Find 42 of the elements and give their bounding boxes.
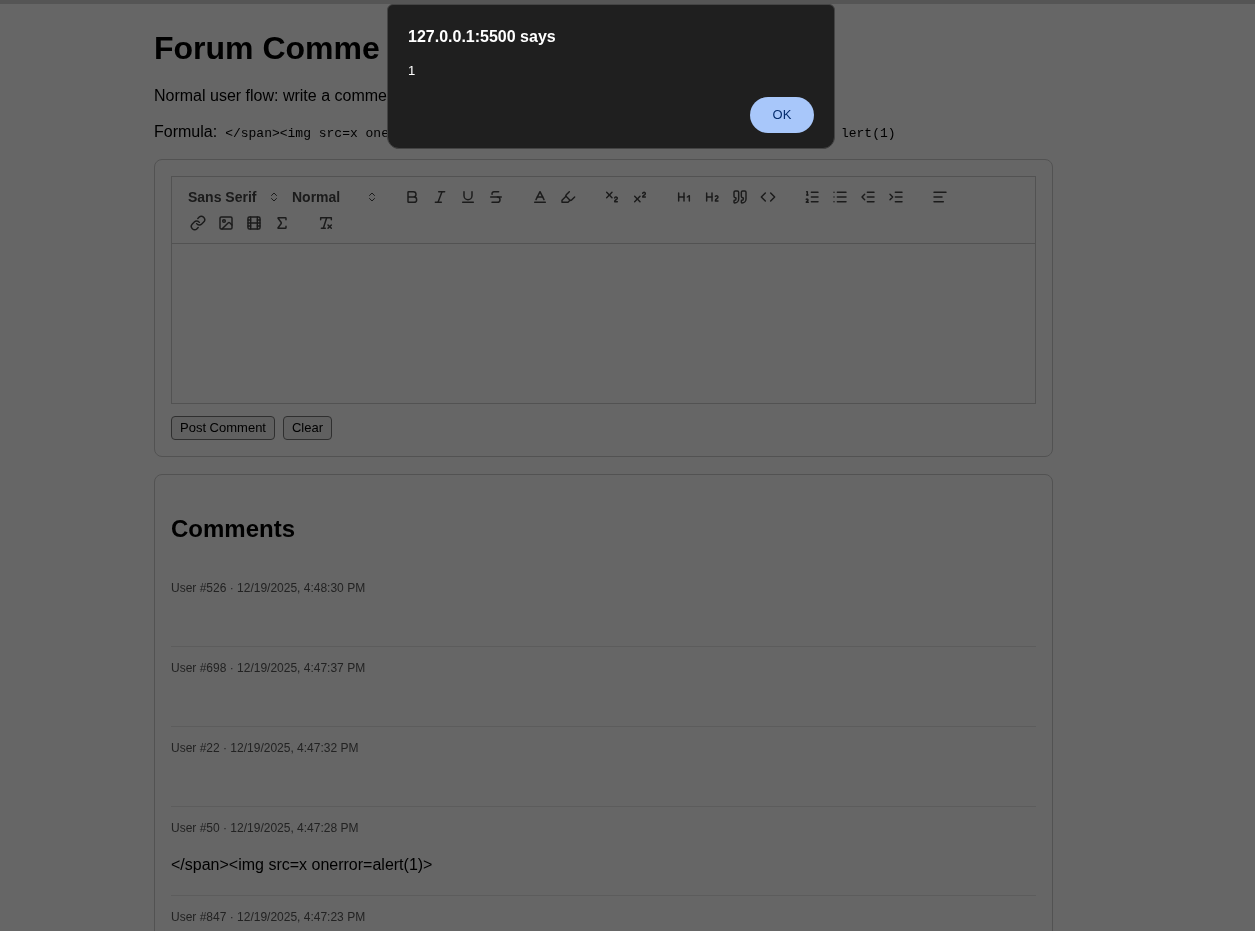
up-down-icon bbox=[268, 191, 280, 203]
up-down-icon bbox=[366, 191, 378, 203]
underline-icon[interactable] bbox=[460, 189, 476, 205]
image-icon[interactable] bbox=[218, 215, 234, 231]
clear-button[interactable]: Clear bbox=[283, 416, 333, 440]
text-color-icon[interactable] bbox=[532, 189, 548, 205]
heading-one-icon[interactable] bbox=[676, 189, 692, 205]
description-text: Normal user flow: write a comme bbox=[154, 86, 387, 106]
comment-body: </span><img src=x onerror=alert(1)> bbox=[171, 854, 433, 875]
dialog-title: 127.0.0.1:5500 says bbox=[408, 27, 556, 47]
formula-label: Formula: bbox=[154, 122, 218, 142]
comment-meta: User #847 · 12/19/2025, 4:47:23 PM bbox=[171, 908, 366, 926]
comment-meta: User #698 · 12/19/2025, 4:47:37 PM bbox=[171, 659, 366, 677]
film-icon[interactable] bbox=[246, 215, 262, 231]
link-icon[interactable] bbox=[190, 215, 206, 231]
ok-button[interactable]: OK bbox=[750, 96, 814, 133]
formula-icon[interactable] bbox=[274, 215, 290, 231]
page-title: Forum Comme bbox=[154, 29, 380, 68]
subscript-icon[interactable] bbox=[604, 189, 620, 205]
font-picker[interactable]: Sans Serif bbox=[184, 186, 280, 208]
comments-heading: Comments bbox=[171, 513, 296, 544]
size-picker[interactable]: Normal bbox=[292, 186, 378, 208]
post-comment-button[interactable]: Post Comment bbox=[171, 416, 275, 440]
italic-icon[interactable] bbox=[432, 189, 448, 205]
comment-meta: User #22 · 12/19/2025, 4:47:32 PM bbox=[171, 739, 359, 757]
align-left-icon[interactable] bbox=[932, 189, 948, 205]
numbered-list-icon[interactable] bbox=[804, 189, 820, 205]
outdent-icon[interactable] bbox=[860, 189, 876, 205]
quote-icon[interactable] bbox=[732, 189, 748, 205]
heading-two-icon[interactable] bbox=[704, 189, 720, 205]
superscript-icon[interactable] bbox=[632, 189, 648, 205]
bold-icon[interactable] bbox=[404, 189, 420, 205]
formula-code: lert(1) bbox=[840, 125, 896, 143]
comment-meta: User #50 · 12/19/2025, 4:47:28 PM bbox=[171, 819, 359, 837]
indent-icon[interactable] bbox=[888, 189, 904, 205]
highlighter-icon[interactable] bbox=[560, 189, 576, 205]
bullet-list-icon[interactable] bbox=[832, 189, 848, 205]
dialog-message: 1 bbox=[408, 62, 416, 80]
code-icon[interactable] bbox=[760, 189, 776, 205]
comment-meta: User #526 · 12/19/2025, 4:48:30 PM bbox=[171, 579, 366, 597]
clear-format-icon[interactable] bbox=[318, 215, 334, 231]
strikethrough-icon[interactable] bbox=[488, 189, 504, 205]
